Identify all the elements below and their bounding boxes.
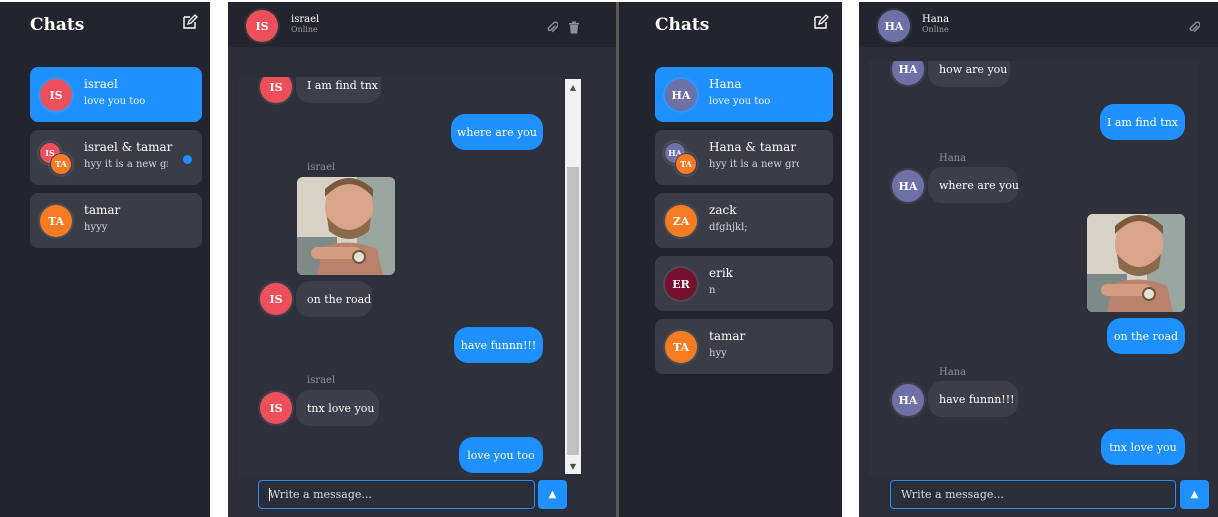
sidebar-title: Chats (655, 15, 710, 35)
chat-last-message: n (709, 285, 716, 296)
chat-last-message: hyy it is a new grou (84, 159, 168, 170)
outgoing-message: where are you (451, 114, 543, 150)
new-chat-edit-icon[interactable] (813, 14, 831, 32)
avatar: ZA (665, 205, 697, 237)
chat-name: erik (709, 266, 733, 280)
attach-paperclip-icon[interactable] (1188, 19, 1201, 33)
conversation-header: IS israel Online (228, 2, 616, 47)
send-arrow-icon: ▲ (1190, 489, 1199, 500)
delete-trash-icon[interactable] (568, 19, 580, 34)
outgoing-message: I am find tnx (1100, 104, 1185, 140)
chat-item-tamar[interactable]: TA tamar hyyy (30, 193, 202, 248)
scrollbar-thumb[interactable] (567, 167, 579, 455)
avatar: TA (50, 153, 72, 175)
outgoing-message: on the road (1107, 318, 1185, 354)
sender-name: israel (307, 375, 336, 386)
sender-name: israel (307, 162, 336, 173)
chat-name: Hana (709, 77, 742, 91)
outgoing-message: love you too (459, 437, 543, 473)
incoming-message: I am find tnx (296, 77, 381, 103)
image-message[interactable] (1087, 214, 1185, 312)
send-button[interactable]: ▲ (1180, 480, 1209, 509)
photo-of-man (1087, 214, 1185, 312)
avatar: ER (665, 268, 697, 300)
chat-last-message: love you too (84, 96, 146, 107)
avatar: TA (40, 205, 72, 237)
sender-name: Hana (939, 367, 967, 378)
chat-name: Hana & tamar (709, 140, 797, 154)
chat-name: tamar (84, 203, 121, 217)
chat-last-message: hyy it is a new grou (709, 159, 799, 170)
chat-item-erik[interactable]: ER erik n (655, 256, 833, 311)
chat-last-message: love you too (709, 96, 771, 107)
chat-last-message: dfghjkl; (709, 222, 748, 233)
sender-name: Hana (939, 153, 967, 164)
photo-of-man (297, 177, 395, 275)
scroll-down-arrow-icon[interactable]: ▼ (565, 458, 581, 474)
chat-item-tamar[interactable]: TA tamar hyy (655, 319, 833, 374)
outgoing-message: have funnn!!! (454, 327, 543, 363)
avatar: HA (892, 170, 924, 202)
chat-name: zack (709, 203, 737, 217)
contact-name: israel (291, 14, 320, 25)
contact-status: Online (922, 25, 949, 34)
header-avatar[interactable]: HA (878, 10, 910, 42)
right-chat-list-sidebar: Chats HA Hana love you too HA TA Hana & … (619, 2, 842, 517)
chat-name: israel (84, 77, 118, 91)
incoming-message: on the road (296, 281, 372, 317)
avatar: HA (665, 79, 697, 111)
contact-name: Hana (922, 14, 950, 25)
chat-name: tamar (709, 329, 746, 343)
incoming-message: where are you (928, 167, 1019, 203)
chat-item-hana-tamar[interactable]: HA TA Hana & tamar hyy it is a new grou (655, 130, 833, 185)
incoming-message: tnx love you (296, 390, 379, 426)
chat-item-hana[interactable]: HA Hana love you too (655, 67, 833, 122)
image-message[interactable] (297, 177, 395, 275)
avatar: TA (675, 153, 697, 175)
unread-indicator (183, 155, 192, 164)
message-list[interactable]: IS I am find tnx where are you israel IS (238, 77, 563, 477)
send-arrow-icon: ▲ (548, 489, 557, 500)
message-input[interactable] (890, 480, 1176, 509)
message-list-scrollbar[interactable]: ▲ ▼ (565, 79, 581, 474)
scroll-up-arrow-icon[interactable]: ▲ (565, 79, 581, 95)
incoming-message: have funnn!!! (928, 381, 1018, 417)
incoming-message: how are you (928, 61, 1010, 87)
avatar: TA (665, 331, 697, 363)
avatar: IS (260, 77, 292, 103)
sidebar-title: Chats (30, 15, 85, 35)
chat-last-message: hyyy (84, 222, 108, 233)
avatar: HA (892, 384, 924, 416)
message-input[interactable] (258, 480, 535, 509)
chat-item-zack[interactable]: ZA zack dfghjkl; (655, 193, 833, 248)
chat-name: israel & tamar (84, 140, 173, 154)
message-list[interactable]: HA how are you I am find tnx Hana HA whe… (869, 61, 1199, 475)
text-caret (269, 488, 270, 501)
header-avatar[interactable]: IS (246, 10, 278, 42)
send-button[interactable]: ▲ (538, 480, 567, 509)
attach-paperclip-icon[interactable] (546, 19, 559, 33)
outgoing-message: tnx love you (1101, 429, 1185, 465)
app-root: Chats IS israel love you too IS TA israe… (0, 0, 1218, 517)
chat-item-israel-tamar[interactable]: IS TA israel & tamar hyy it is a new gro… (30, 130, 202, 185)
new-chat-edit-icon[interactable] (182, 14, 200, 32)
left-conversation-pane: IS israel Online IS I am find tnx where … (228, 2, 616, 517)
chat-item-israel[interactable]: IS israel love you too (30, 67, 202, 122)
conversation-header: HA Hana Online (859, 2, 1218, 47)
avatar: IS (40, 79, 72, 111)
right-conversation-pane: HA Hana Online HA how are you I am find … (859, 2, 1218, 517)
chat-last-message: hyy (709, 348, 727, 359)
avatar: IS (260, 283, 292, 315)
avatar: IS (260, 392, 292, 424)
left-chat-list-sidebar: Chats IS israel love you too IS TA israe… (0, 2, 210, 517)
contact-status: Online (291, 25, 318, 34)
avatar: HA (892, 61, 924, 85)
